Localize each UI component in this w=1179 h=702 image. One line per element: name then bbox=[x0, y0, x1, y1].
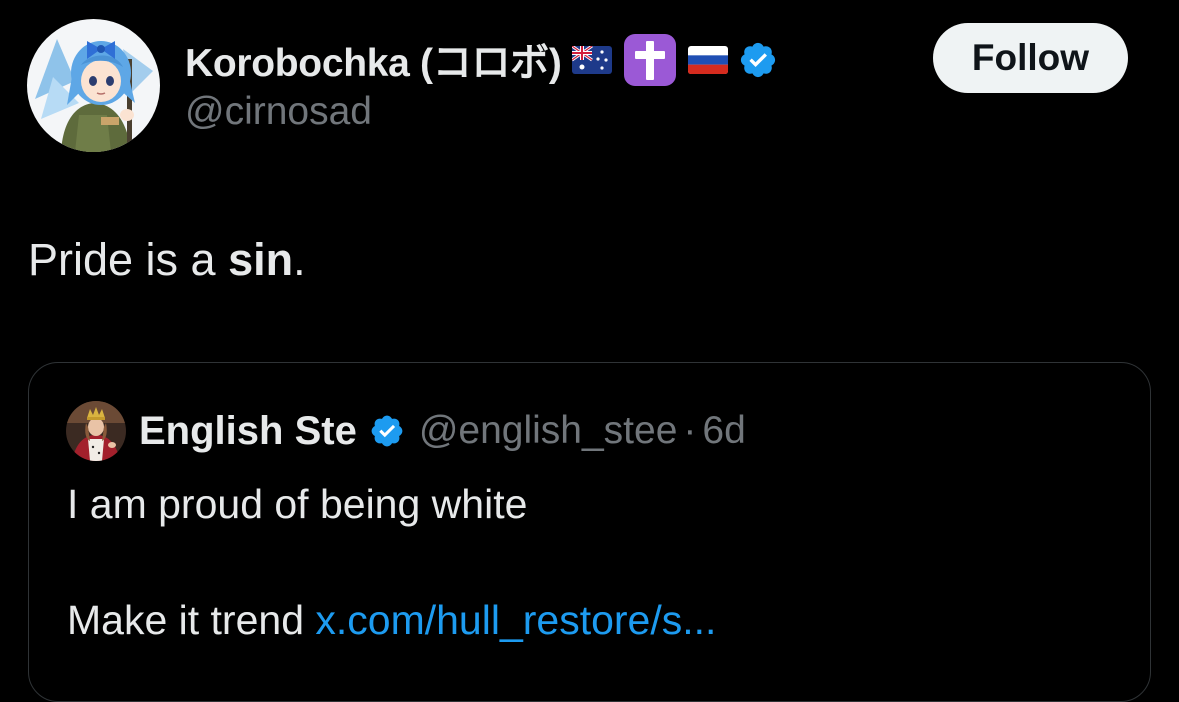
tweet-text-bold: sin bbox=[228, 234, 294, 285]
quote-author-handle[interactable]: @english_stee bbox=[419, 409, 678, 453]
author-avatar[interactable] bbox=[27, 19, 160, 152]
latin-cross-icon bbox=[623, 34, 676, 86]
anime-character-avatar-icon bbox=[27, 19, 160, 152]
author-display-name[interactable]: Korobochka (コロボ) bbox=[185, 32, 562, 88]
quote-timestamp[interactable]: 6d bbox=[702, 409, 745, 453]
quote-text-line2: Make it trend x.com/hull_restore/s... bbox=[67, 597, 716, 644]
tweet-text-suffix: . bbox=[293, 234, 306, 285]
tweet-text: Pride is a sin. bbox=[28, 234, 306, 286]
flag-australia-icon bbox=[571, 46, 612, 74]
tweet-text-prefix: Pride is a bbox=[28, 234, 229, 285]
king-portrait-avatar-icon bbox=[66, 401, 126, 461]
verified-badge-icon[interactable] bbox=[738, 40, 778, 80]
quoted-tweet-card[interactable]: English Ste @english_stee · 6d I am prou… bbox=[28, 362, 1151, 702]
author-handle[interactable]: @cirnosad bbox=[185, 90, 372, 134]
follow-button[interactable]: Follow bbox=[933, 23, 1128, 93]
quote-link[interactable]: x.com/hull_restore/s... bbox=[315, 597, 716, 643]
quote-author-avatar[interactable] bbox=[66, 401, 126, 461]
quote-header: English Ste @english_stee · 6d bbox=[139, 407, 746, 455]
quote-text-line2-prefix: Make it trend bbox=[67, 597, 316, 643]
flag-russia-icon bbox=[687, 46, 728, 74]
quote-separator: · bbox=[683, 409, 697, 452]
quote-author-name[interactable]: English Ste bbox=[139, 409, 357, 454]
quote-verified-badge-icon bbox=[371, 415, 403, 447]
quote-text-line1: I am proud of being white bbox=[67, 481, 528, 527]
author-name-row: Korobochka (コロボ) bbox=[185, 34, 778, 86]
